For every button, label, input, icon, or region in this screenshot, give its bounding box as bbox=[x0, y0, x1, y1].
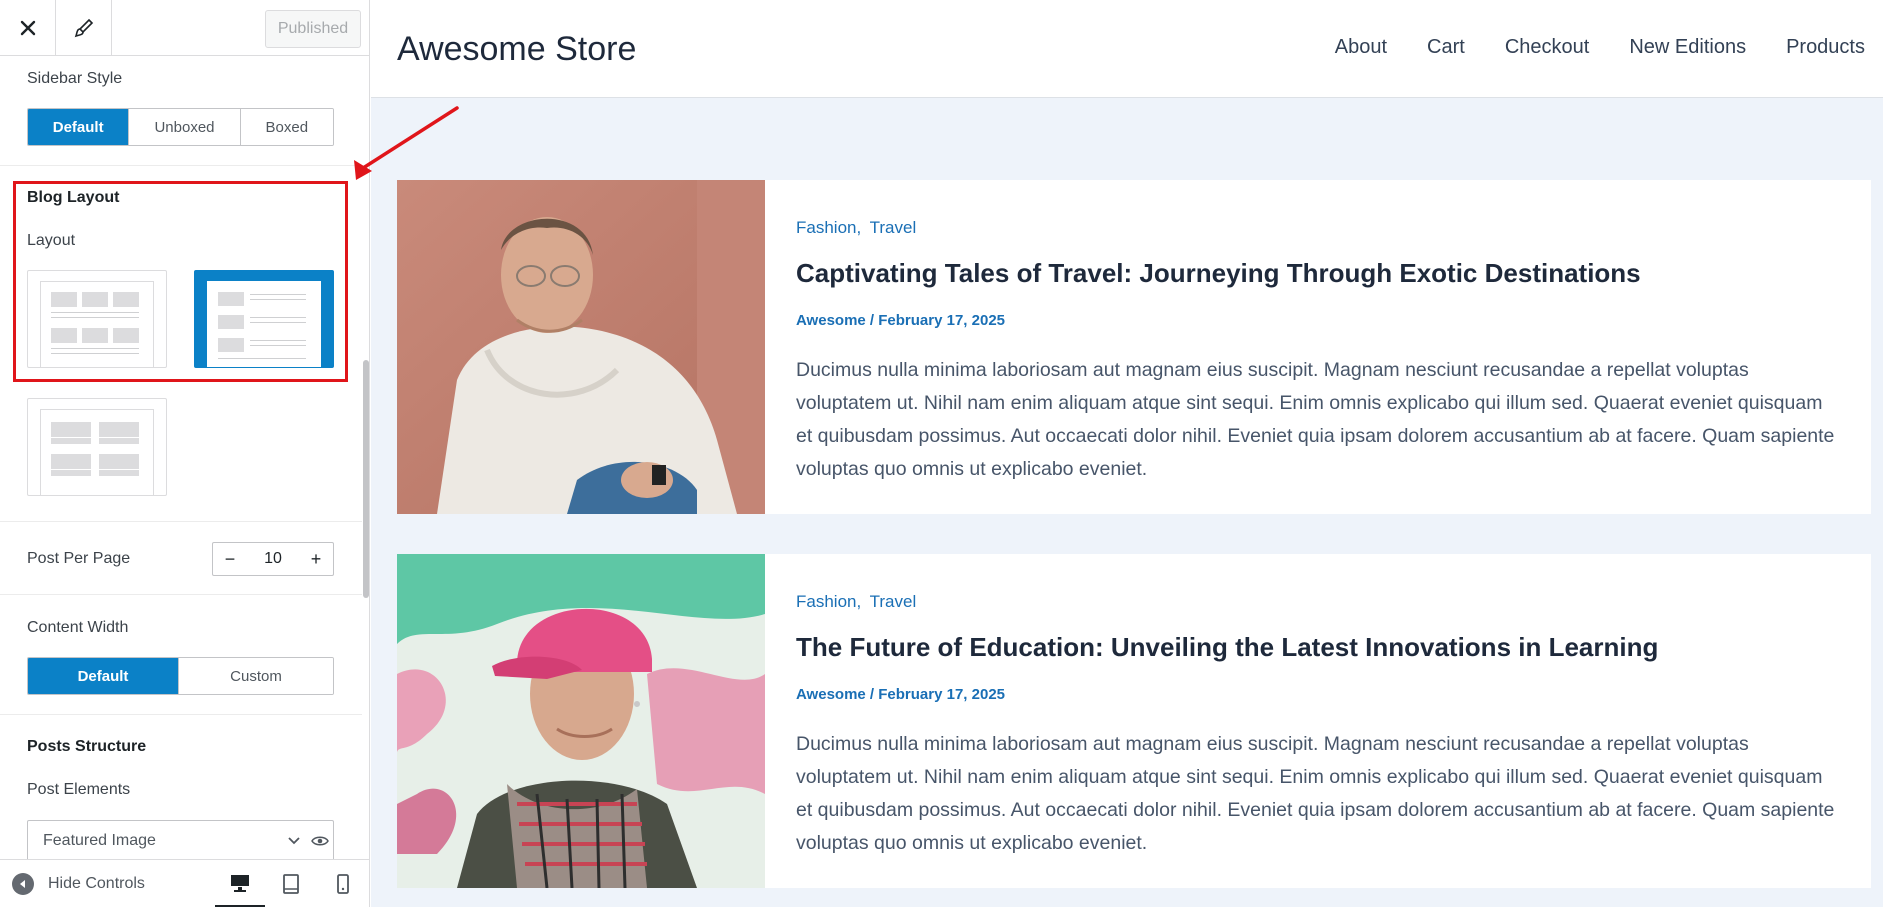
post-excerpt: Ducimus nulla minima laboriosam aut magn… bbox=[796, 733, 1835, 854]
sidebar-scroll-area: Sidebar Style Default Unboxed Boxed Blog… bbox=[0, 56, 362, 853]
post-elements-label: Post Elements bbox=[27, 781, 131, 798]
post-featured-image[interactable] bbox=[397, 180, 765, 514]
close-icon bbox=[20, 20, 35, 36]
nav-item-about[interactable]: About bbox=[1335, 36, 1387, 59]
layout-option-two-column[interactable] bbox=[27, 398, 167, 496]
post-per-page-label: Post Per Page bbox=[27, 550, 131, 567]
eye-icon[interactable] bbox=[307, 828, 333, 854]
category-link[interactable]: Travel bbox=[870, 218, 917, 237]
hide-controls-button[interactable]: Hide Controls bbox=[12, 860, 145, 907]
tablet-icon bbox=[283, 874, 299, 894]
mobile-icon bbox=[337, 874, 349, 894]
nav-item-checkout[interactable]: Checkout bbox=[1505, 36, 1590, 59]
hide-controls-label: Hide Controls bbox=[48, 875, 145, 892]
sidebar-style-unboxed[interactable]: Unboxed bbox=[129, 109, 241, 145]
edit-mode-button[interactable] bbox=[56, 0, 112, 56]
divider bbox=[0, 714, 362, 715]
sidebar-style-segmented: Default Unboxed Boxed bbox=[27, 108, 334, 146]
layout-preview bbox=[40, 409, 154, 495]
post-per-page-stepper: − 10 + bbox=[212, 542, 334, 576]
category-link[interactable]: Fashion, bbox=[796, 218, 861, 237]
sidebar-style-label: Sidebar Style bbox=[27, 70, 123, 87]
post-title[interactable]: The Future of Education: Unveiling the L… bbox=[796, 632, 1658, 663]
blog-post-card: Fashion, Travel Captivating Tales of Tra… bbox=[397, 180, 1871, 514]
content-width-label: Content Width bbox=[27, 619, 129, 636]
sidebar-style-boxed[interactable]: Boxed bbox=[240, 109, 333, 145]
divider bbox=[0, 594, 362, 595]
published-button[interactable]: Published bbox=[265, 10, 361, 48]
post-excerpt: Ducimus nulla minima laboriosam aut magn… bbox=[796, 359, 1835, 480]
sidebar-scrollbar[interactable] bbox=[363, 360, 369, 598]
post-element-featured-image[interactable]: Featured Image bbox=[27, 820, 334, 860]
nav-item-cart[interactable]: Cart bbox=[1427, 36, 1465, 59]
post-title[interactable]: Captivating Tales of Travel: Journeying … bbox=[796, 258, 1641, 289]
customizer-footer: Hide Controls bbox=[0, 859, 369, 907]
post-element-label: Featured Image bbox=[43, 831, 156, 849]
site-title[interactable]: Awesome Store bbox=[397, 30, 636, 69]
posts-structure-heading: Posts Structure bbox=[27, 738, 147, 755]
site-preview: Awesome Store About Cart Checkout New Ed… bbox=[371, 0, 1883, 907]
post-per-page-value[interactable]: 10 bbox=[247, 550, 299, 568]
blog-post-card: Fashion, Travel The Future of Education:… bbox=[397, 554, 1871, 888]
category-link[interactable]: Fashion, bbox=[796, 592, 861, 611]
post-meta[interactable]: Awesome / February 17, 2025 bbox=[796, 686, 1005, 703]
customizer-sidebar: Published Sidebar Style Default Unboxed … bbox=[0, 0, 370, 907]
post-categories: Fashion, Travel bbox=[796, 218, 920, 238]
device-tablet-button[interactable] bbox=[266, 860, 316, 907]
nav-item-new-editions[interactable]: New Editions bbox=[1629, 36, 1746, 59]
customizer-topbar: Published bbox=[0, 0, 369, 56]
chevron-down-icon[interactable] bbox=[281, 828, 307, 854]
post-categories: Fashion, Travel bbox=[796, 592, 920, 612]
desktop-icon bbox=[231, 874, 249, 892]
device-desktop-button[interactable] bbox=[215, 860, 265, 907]
collapse-icon bbox=[12, 873, 34, 895]
nav-item-products[interactable]: Products bbox=[1786, 36, 1865, 59]
post-meta[interactable]: Awesome / February 17, 2025 bbox=[796, 312, 1005, 329]
divider bbox=[0, 165, 362, 166]
category-link[interactable]: Travel bbox=[870, 592, 917, 611]
content-width-default[interactable]: Default bbox=[28, 658, 180, 694]
content-width-segmented: Default Custom bbox=[27, 657, 334, 695]
highlight-annotation-box bbox=[13, 181, 348, 382]
content-width-custom[interactable]: Custom bbox=[179, 658, 333, 694]
close-button[interactable] bbox=[0, 0, 56, 56]
increment-button[interactable]: + bbox=[299, 543, 333, 575]
device-mobile-button[interactable] bbox=[318, 860, 368, 907]
divider bbox=[0, 521, 362, 522]
post-featured-image[interactable] bbox=[397, 554, 765, 888]
decrement-button[interactable]: − bbox=[213, 543, 247, 575]
sidebar-style-default[interactable]: Default bbox=[28, 109, 130, 145]
brush-icon bbox=[74, 18, 93, 38]
annotation-arrow bbox=[354, 106, 459, 180]
primary-nav: About Cart Checkout New Editions Product… bbox=[1295, 36, 1865, 59]
site-header: Awesome Store About Cart Checkout New Ed… bbox=[371, 0, 1883, 98]
